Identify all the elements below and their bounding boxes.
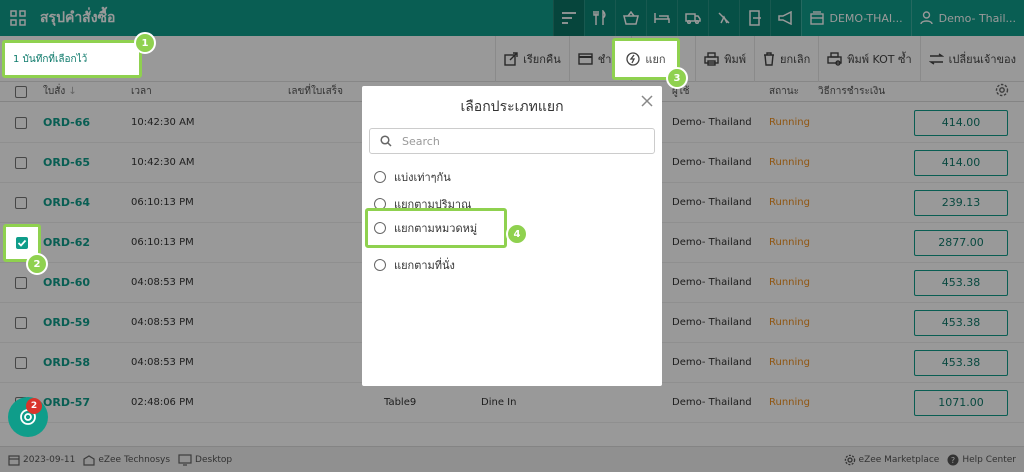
search-input[interactable] — [402, 134, 632, 148]
radio-button[interactable] — [374, 171, 386, 183]
search-icon — [380, 135, 392, 147]
option-split-by-category[interactable]: แยกตามหมวดหมู่ — [365, 208, 507, 248]
highlight-selected-count: 1 บันทึกที่เลือกไว้ — [2, 40, 142, 78]
close-icon[interactable] — [640, 94, 654, 108]
option-split-equally[interactable]: แบ่งเท่าๆกัน — [374, 168, 451, 186]
callout-badge-1: 1 — [134, 32, 156, 54]
dialog-title: เลือกประเภทแยก — [460, 99, 564, 115]
radio-button[interactable] — [374, 222, 386, 234]
checked-checkbox[interactable] — [16, 237, 28, 249]
notification-badge: 2 — [26, 398, 42, 414]
callout-badge-3: 3 — [666, 67, 688, 89]
split-bolt-icon — [626, 52, 641, 66]
radio-button[interactable] — [374, 259, 386, 271]
search-box — [369, 128, 655, 154]
callout-badge-4: 4 — [506, 223, 528, 245]
option-split-by-seat[interactable]: แยกตามที่นั่ง — [374, 256, 455, 274]
callout-badge-2: 2 — [26, 253, 48, 275]
